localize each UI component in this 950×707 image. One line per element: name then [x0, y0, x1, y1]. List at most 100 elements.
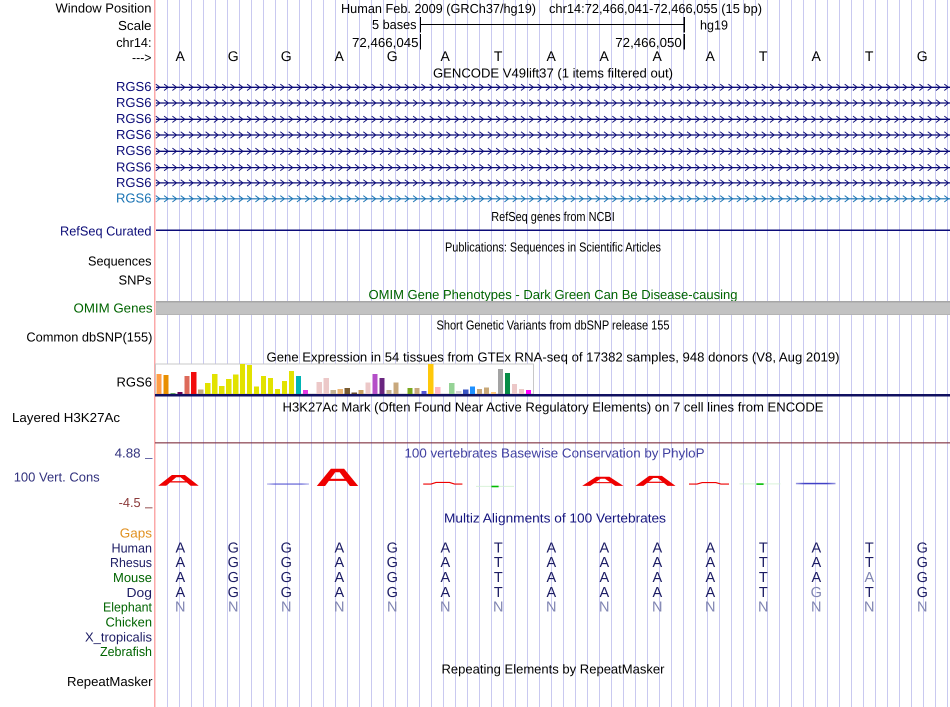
svg-text:A: A [705, 585, 715, 601]
svg-text:G: G [917, 585, 928, 601]
svg-text:Chicken: Chicken [106, 615, 153, 630]
svg-text:OMIM Gene Phenotypes - Dark Gr: OMIM Gene Phenotypes - Dark Green Can Be… [369, 287, 738, 302]
svg-text:A: A [811, 540, 821, 556]
svg-text:G: G [281, 48, 292, 64]
svg-text:RepeatMasker: RepeatMasker [67, 674, 153, 689]
svg-text:RefSeq Curated: RefSeq Curated [60, 223, 152, 238]
svg-text:G: G [917, 48, 928, 64]
svg-text:G: G [387, 570, 398, 586]
svg-text:Window Position: Window Position [56, 1, 152, 16]
svg-text:A: A [334, 540, 344, 556]
svg-text:A: A [546, 570, 556, 586]
svg-text:A: A [440, 570, 450, 586]
svg-text:A: A [599, 585, 609, 601]
svg-text:A: A [599, 570, 609, 586]
svg-text:N: N [811, 600, 821, 616]
svg-text:A: A [441, 48, 451, 64]
svg-text:Human: Human [112, 540, 153, 555]
svg-text:A: A [706, 48, 716, 64]
svg-text:T: T [865, 48, 874, 64]
svg-text:G: G [387, 48, 398, 64]
svg-text:G: G [228, 555, 239, 571]
svg-text:N: N [864, 600, 874, 616]
svg-text:Publications: Sequences in Sci: Publications: Sequences in Scientific Ar… [445, 240, 661, 255]
svg-text:A: A [440, 555, 450, 571]
svg-text:Human Feb. 2009 (GRCh37/hg19): Human Feb. 2009 (GRCh37/hg19) [341, 1, 536, 16]
svg-text:A: A [334, 570, 344, 586]
svg-text:A: A [335, 48, 345, 64]
svg-text:A: A [547, 48, 557, 64]
svg-text:G: G [228, 48, 239, 64]
svg-text:T: T [865, 540, 874, 556]
svg-text:4.88: 4.88 [115, 446, 141, 461]
svg-text:N: N [599, 600, 609, 616]
svg-text:N: N [493, 600, 503, 616]
svg-text:T: T [494, 540, 503, 556]
svg-text:A: A [652, 570, 662, 586]
svg-text:hg19: hg19 [700, 17, 728, 32]
svg-text:chr14:72,466,041-72,466,055 (1: chr14:72,466,041-72,466,055 (15 bp) [549, 1, 762, 16]
svg-text:G: G [281, 555, 292, 571]
svg-text:G: G [228, 540, 239, 556]
svg-text:RGS6: RGS6 [116, 143, 152, 158]
svg-text:G: G [281, 540, 292, 556]
svg-text:T: T [759, 555, 768, 571]
svg-text:A: A [334, 585, 344, 601]
svg-text:Gaps: Gaps [120, 525, 153, 540]
svg-text:RGS6: RGS6 [116, 127, 152, 142]
svg-text:N: N [917, 600, 927, 616]
svg-text:100 vertebrates Basewise Conse: 100 vertebrates Basewise Conservation by… [405, 446, 705, 461]
svg-text:chr14:: chr14: [116, 35, 151, 50]
svg-text:RGS6: RGS6 [116, 191, 152, 206]
svg-text:A: A [546, 540, 556, 556]
svg-text:A: A [175, 570, 185, 586]
svg-text:A: A [175, 585, 185, 601]
svg-text:72,466,045: 72,466,045 [352, 35, 419, 50]
svg-text:A: A [864, 570, 874, 586]
svg-text:A: A [175, 555, 185, 571]
svg-text:RGS6: RGS6 [116, 95, 152, 110]
svg-text:Sequences: Sequences [88, 254, 152, 269]
svg-text:RGS6: RGS6 [116, 79, 152, 94]
svg-text:Layered H3K27Ac: Layered H3K27Ac [12, 410, 121, 425]
svg-text:T: T [759, 585, 768, 601]
svg-text:T: T [759, 48, 768, 64]
svg-text:A: A [599, 540, 609, 556]
svg-text:N: N [387, 600, 397, 616]
svg-text:A: A [652, 555, 662, 571]
svg-text:X_tropicalis: X_tropicalis [85, 629, 152, 644]
svg-text:5 bases: 5 bases [372, 17, 417, 32]
svg-text:A: A [652, 585, 662, 601]
svg-text:Multiz Alignments of 100 Verte: Multiz Alignments of 100 Vertebrates [444, 511, 667, 526]
svg-text:OMIM Genes: OMIM Genes [74, 300, 154, 315]
svg-text:N: N [334, 600, 344, 616]
svg-text:Common dbSNP(155): Common dbSNP(155) [26, 330, 152, 345]
svg-text:Rhesus: Rhesus [110, 555, 152, 570]
svg-text:A: A [811, 570, 821, 586]
svg-text:T: T [759, 570, 768, 586]
svg-text:A: A [176, 48, 186, 64]
svg-text:T: T [494, 585, 503, 601]
svg-text:N: N [546, 600, 556, 616]
svg-text:A: A [653, 48, 663, 64]
svg-text:G: G [811, 585, 822, 601]
svg-text:Dog: Dog [127, 585, 153, 600]
svg-text:G: G [228, 570, 239, 586]
svg-text:-4.5: -4.5 [119, 495, 141, 510]
svg-text:T: T [759, 540, 768, 556]
svg-text:T: T [494, 570, 503, 586]
svg-text:N: N [175, 600, 185, 616]
svg-text:RefSeq genes from NCBI: RefSeq genes from NCBI [491, 209, 615, 224]
svg-text:A: A [811, 555, 821, 571]
svg-text:G: G [917, 540, 928, 556]
svg-text:G: G [387, 585, 398, 601]
svg-text:A: A [334, 555, 344, 571]
svg-text:A: A [440, 540, 450, 556]
svg-text:72,466,050: 72,466,050 [615, 35, 682, 50]
svg-text:A: A [705, 555, 715, 571]
svg-text:100 Vert. Cons: 100 Vert. Cons [14, 470, 100, 485]
svg-text:RGS6: RGS6 [116, 160, 152, 175]
svg-text:N: N [281, 600, 291, 616]
svg-text:N: N [228, 600, 238, 616]
svg-text:Repeating Elements by RepeatMa: Repeating Elements by RepeatMasker [442, 661, 666, 676]
